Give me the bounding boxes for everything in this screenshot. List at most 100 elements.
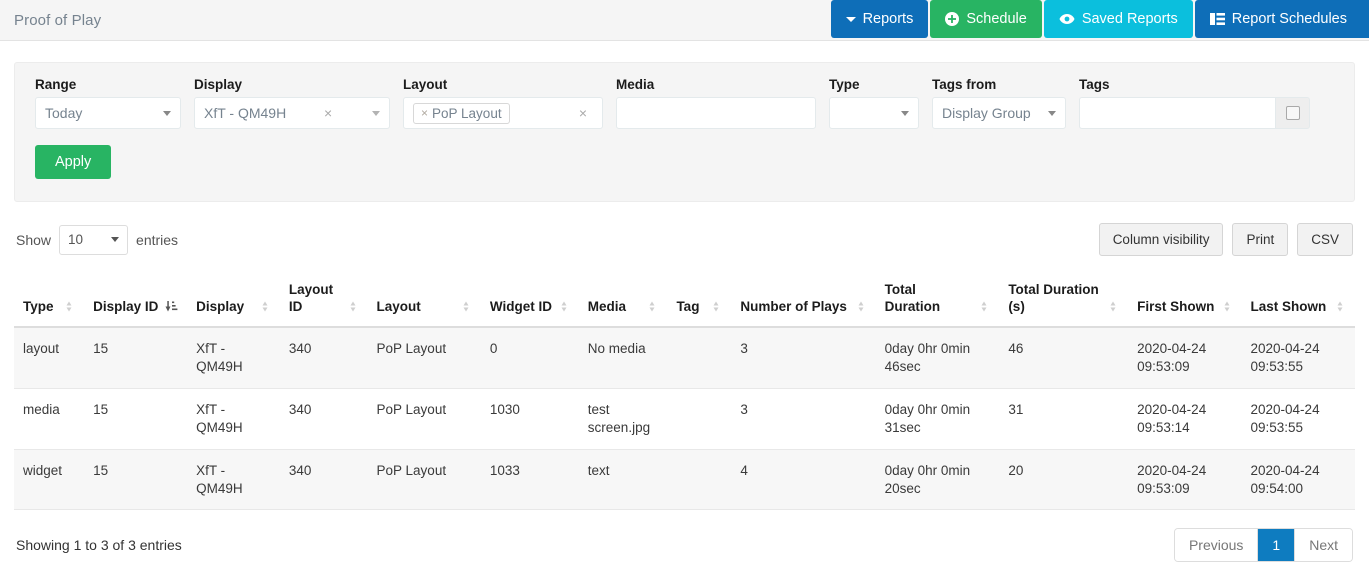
table-row[interactable]: widget 15 XfT - QM49H 340 PoP Layout 103… <box>14 449 1355 510</box>
cell-display: XfT - QM49H <box>187 327 280 388</box>
sort-icon <box>856 300 867 316</box>
cell-type: media <box>14 388 84 449</box>
media-label: Media <box>616 77 816 92</box>
column-header-widget-id[interactable]: Widget ID <box>481 274 579 327</box>
tags-from-select[interactable]: Display Group <box>932 97 1066 129</box>
apply-button[interactable]: Apply <box>35 145 111 179</box>
column-header-layout[interactable]: Layout <box>368 274 481 327</box>
cell-plays: 4 <box>731 449 875 510</box>
layout-select[interactable]: × PoP Layout × <box>403 97 603 129</box>
filter-display: Display XfT - QM49H × <box>194 77 390 129</box>
show-label: Show <box>16 232 51 248</box>
cell-first-shown: 2020-04-24 09:53:09 <box>1128 449 1241 510</box>
column-header-tag[interactable]: Tag <box>667 274 731 327</box>
saved-reports-button[interactable]: Saved Reports <box>1044 0 1193 38</box>
cell-widget-id: 1030 <box>481 388 579 449</box>
pagination-previous[interactable]: Previous <box>1175 529 1258 561</box>
column-header-display[interactable]: Display <box>187 274 280 327</box>
cell-first-shown: 2020-04-24 09:53:09 <box>1128 327 1241 388</box>
top-nav-buttons: Reports Schedule Saved Reports <box>831 0 1369 38</box>
column-header-total-duration[interactable]: Total Duration <box>876 274 1000 327</box>
chip-remove-icon[interactable]: × <box>421 106 428 120</box>
cell-layout-id: 340 <box>280 449 368 510</box>
column-label: Widget ID <box>490 299 552 316</box>
layout-chip-label: PoP Layout <box>432 106 502 121</box>
range-value: Today <box>45 105 82 121</box>
tags-exact-match-toggle[interactable] <box>1275 97 1310 129</box>
cell-layout-id: 340 <box>280 327 368 388</box>
tags-from-value: Display Group <box>942 105 1031 121</box>
print-button[interactable]: Print <box>1232 223 1288 256</box>
page-length-control: Show 10 entries <box>16 225 178 255</box>
sort-icon <box>559 300 570 316</box>
sort-icon <box>461 300 472 316</box>
table-row[interactable]: layout 15 XfT - QM49H 340 PoP Layout 0 N… <box>14 327 1355 388</box>
cell-total-duration: 0day 0hr 0min 46sec <box>876 327 1000 388</box>
top-bar: Proof of Play Reports Schedule <box>0 0 1369 41</box>
page-length-value: 10 <box>68 232 83 247</box>
cell-media: No media <box>579 327 668 388</box>
column-label: Last Shown <box>1251 299 1327 316</box>
schedule-button[interactable]: Schedule <box>930 0 1041 38</box>
cell-widget-id: 1033 <box>481 449 579 510</box>
column-header-last-shown[interactable]: Last Shown <box>1242 274 1355 327</box>
pagination: Previous 1 Next <box>1174 528 1353 562</box>
layout-chip[interactable]: × PoP Layout <box>413 103 510 124</box>
column-label: Number of Plays <box>740 299 847 316</box>
cell-total-duration: 0day 0hr 0min 20sec <box>876 449 1000 510</box>
sort-icon <box>348 300 359 316</box>
cell-widget-id: 0 <box>481 327 579 388</box>
pagination-next[interactable]: Next <box>1295 529 1352 561</box>
cell-plays: 3 <box>731 388 875 449</box>
eye-icon <box>1059 13 1075 25</box>
column-visibility-button[interactable]: Column visibility <box>1099 223 1224 256</box>
cell-type: layout <box>14 327 84 388</box>
table-row[interactable]: media 15 XfT - QM49H 340 PoP Layout 1030… <box>14 388 1355 449</box>
column-header-display-id[interactable]: Display ID <box>84 274 187 327</box>
column-header-type[interactable]: Type <box>14 274 84 327</box>
column-header-total-duration-seconds[interactable]: Total Duration (s) <box>999 274 1128 327</box>
cell-display-id: 15 <box>84 327 187 388</box>
column-header-layout-id[interactable]: Layout ID <box>280 274 368 327</box>
type-select[interactable] <box>829 97 919 129</box>
column-header-media[interactable]: Media <box>579 274 668 327</box>
column-label: Total Duration (s) <box>1008 282 1102 316</box>
column-header-number-of-plays[interactable]: Number of Plays <box>731 274 875 327</box>
chevron-down-icon <box>111 237 119 242</box>
cell-tag <box>667 388 731 449</box>
column-label: Media <box>588 299 626 316</box>
chevron-down-icon <box>901 111 909 116</box>
filter-type: Type <box>829 77 919 129</box>
range-label: Range <box>35 77 181 92</box>
cell-last-shown: 2020-04-24 09:53:55 <box>1242 327 1355 388</box>
sort-icon <box>1222 300 1233 316</box>
cell-total-duration-s: 20 <box>999 449 1128 510</box>
sort-icon <box>1335 300 1346 316</box>
cell-plays: 3 <box>731 327 875 388</box>
reports-button[interactable]: Reports <box>831 0 929 38</box>
range-select[interactable]: Today <box>35 97 181 129</box>
display-select[interactable]: XfT - QM49H × <box>194 97 390 129</box>
clear-icon[interactable]: × <box>320 106 338 120</box>
sort-icon <box>260 300 271 316</box>
column-label: Type <box>23 299 54 316</box>
column-label: Layout <box>377 299 421 316</box>
sort-icon <box>979 300 990 316</box>
clear-icon[interactable]: × <box>575 106 593 120</box>
cell-type: widget <box>14 449 84 510</box>
media-input[interactable] <box>616 97 816 129</box>
column-label: Layout ID <box>289 282 342 316</box>
table-controls: Show 10 entries Column visibility Print … <box>14 223 1355 256</box>
page-length-select[interactable]: 10 <box>59 225 128 255</box>
reports-button-label: Reports <box>863 11 914 27</box>
cell-total-duration-s: 31 <box>999 388 1128 449</box>
csv-button[interactable]: CSV <box>1297 223 1353 256</box>
column-label: First Shown <box>1137 299 1214 316</box>
pagination-page-1[interactable]: 1 <box>1258 529 1295 561</box>
column-header-first-shown[interactable]: First Shown <box>1128 274 1241 327</box>
report-schedules-button[interactable]: Report Schedules <box>1195 0 1369 38</box>
table-footer: Showing 1 to 3 of 3 entries Previous 1 N… <box>14 528 1355 562</box>
sort-icon <box>711 300 722 316</box>
cell-total-duration: 0day 0hr 0min 31sec <box>876 388 1000 449</box>
tags-input[interactable] <box>1079 97 1275 129</box>
